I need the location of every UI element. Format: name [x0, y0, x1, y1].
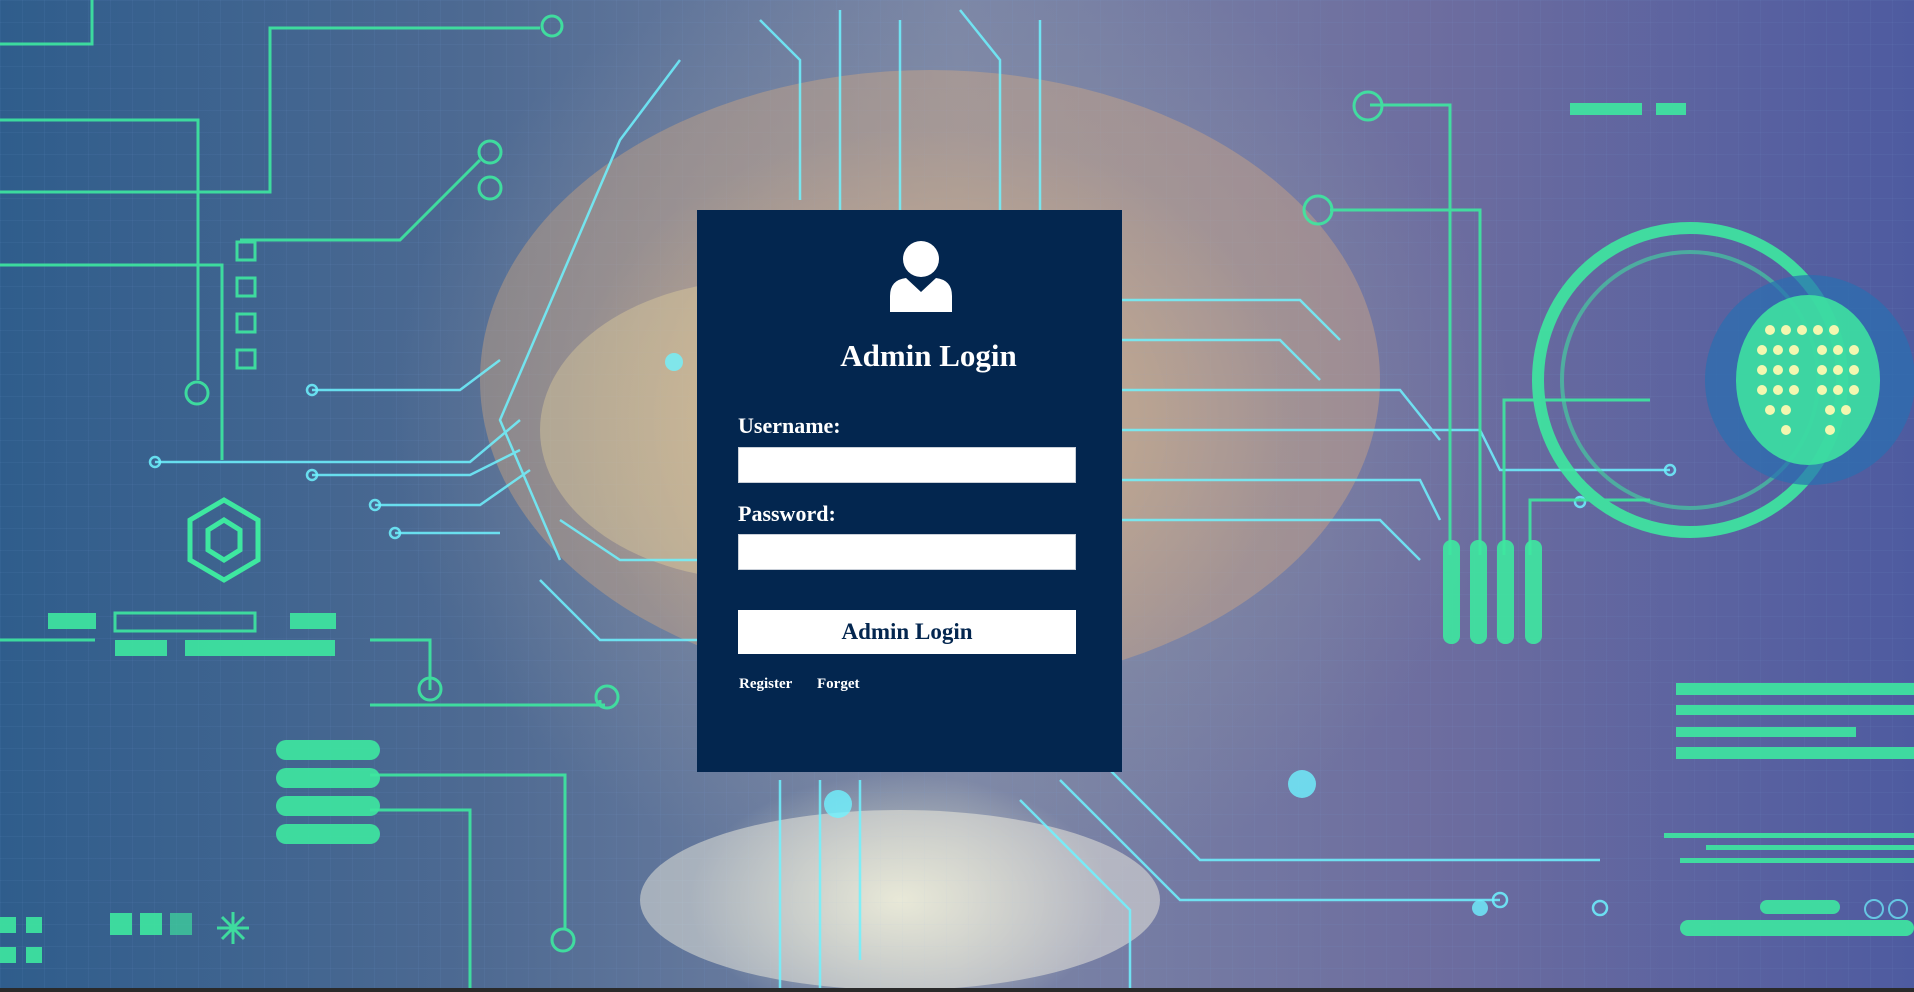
- username-label: Username:: [738, 413, 841, 438]
- sun-icon: [217, 912, 249, 944]
- brain-circle-icon: [1705, 275, 1914, 485]
- user-icon: [890, 241, 952, 312]
- password-input[interactable]: [738, 534, 1076, 570]
- hex-icon: [187, 497, 261, 583]
- login-title: Admin Login: [840, 338, 1017, 373]
- admin-login-button[interactable]: Admin Login: [738, 610, 1076, 654]
- register-link[interactable]: Register: [739, 676, 792, 693]
- password-label: Password:: [738, 501, 836, 526]
- admin-login-card: Admin Login Username: Password: Admin Lo…: [697, 210, 1122, 772]
- bottom-edge: [0, 988, 1914, 992]
- username-input[interactable]: [738, 447, 1076, 483]
- forget-link[interactable]: Forget: [817, 676, 859, 693]
- hand-glow: [640, 810, 1160, 990]
